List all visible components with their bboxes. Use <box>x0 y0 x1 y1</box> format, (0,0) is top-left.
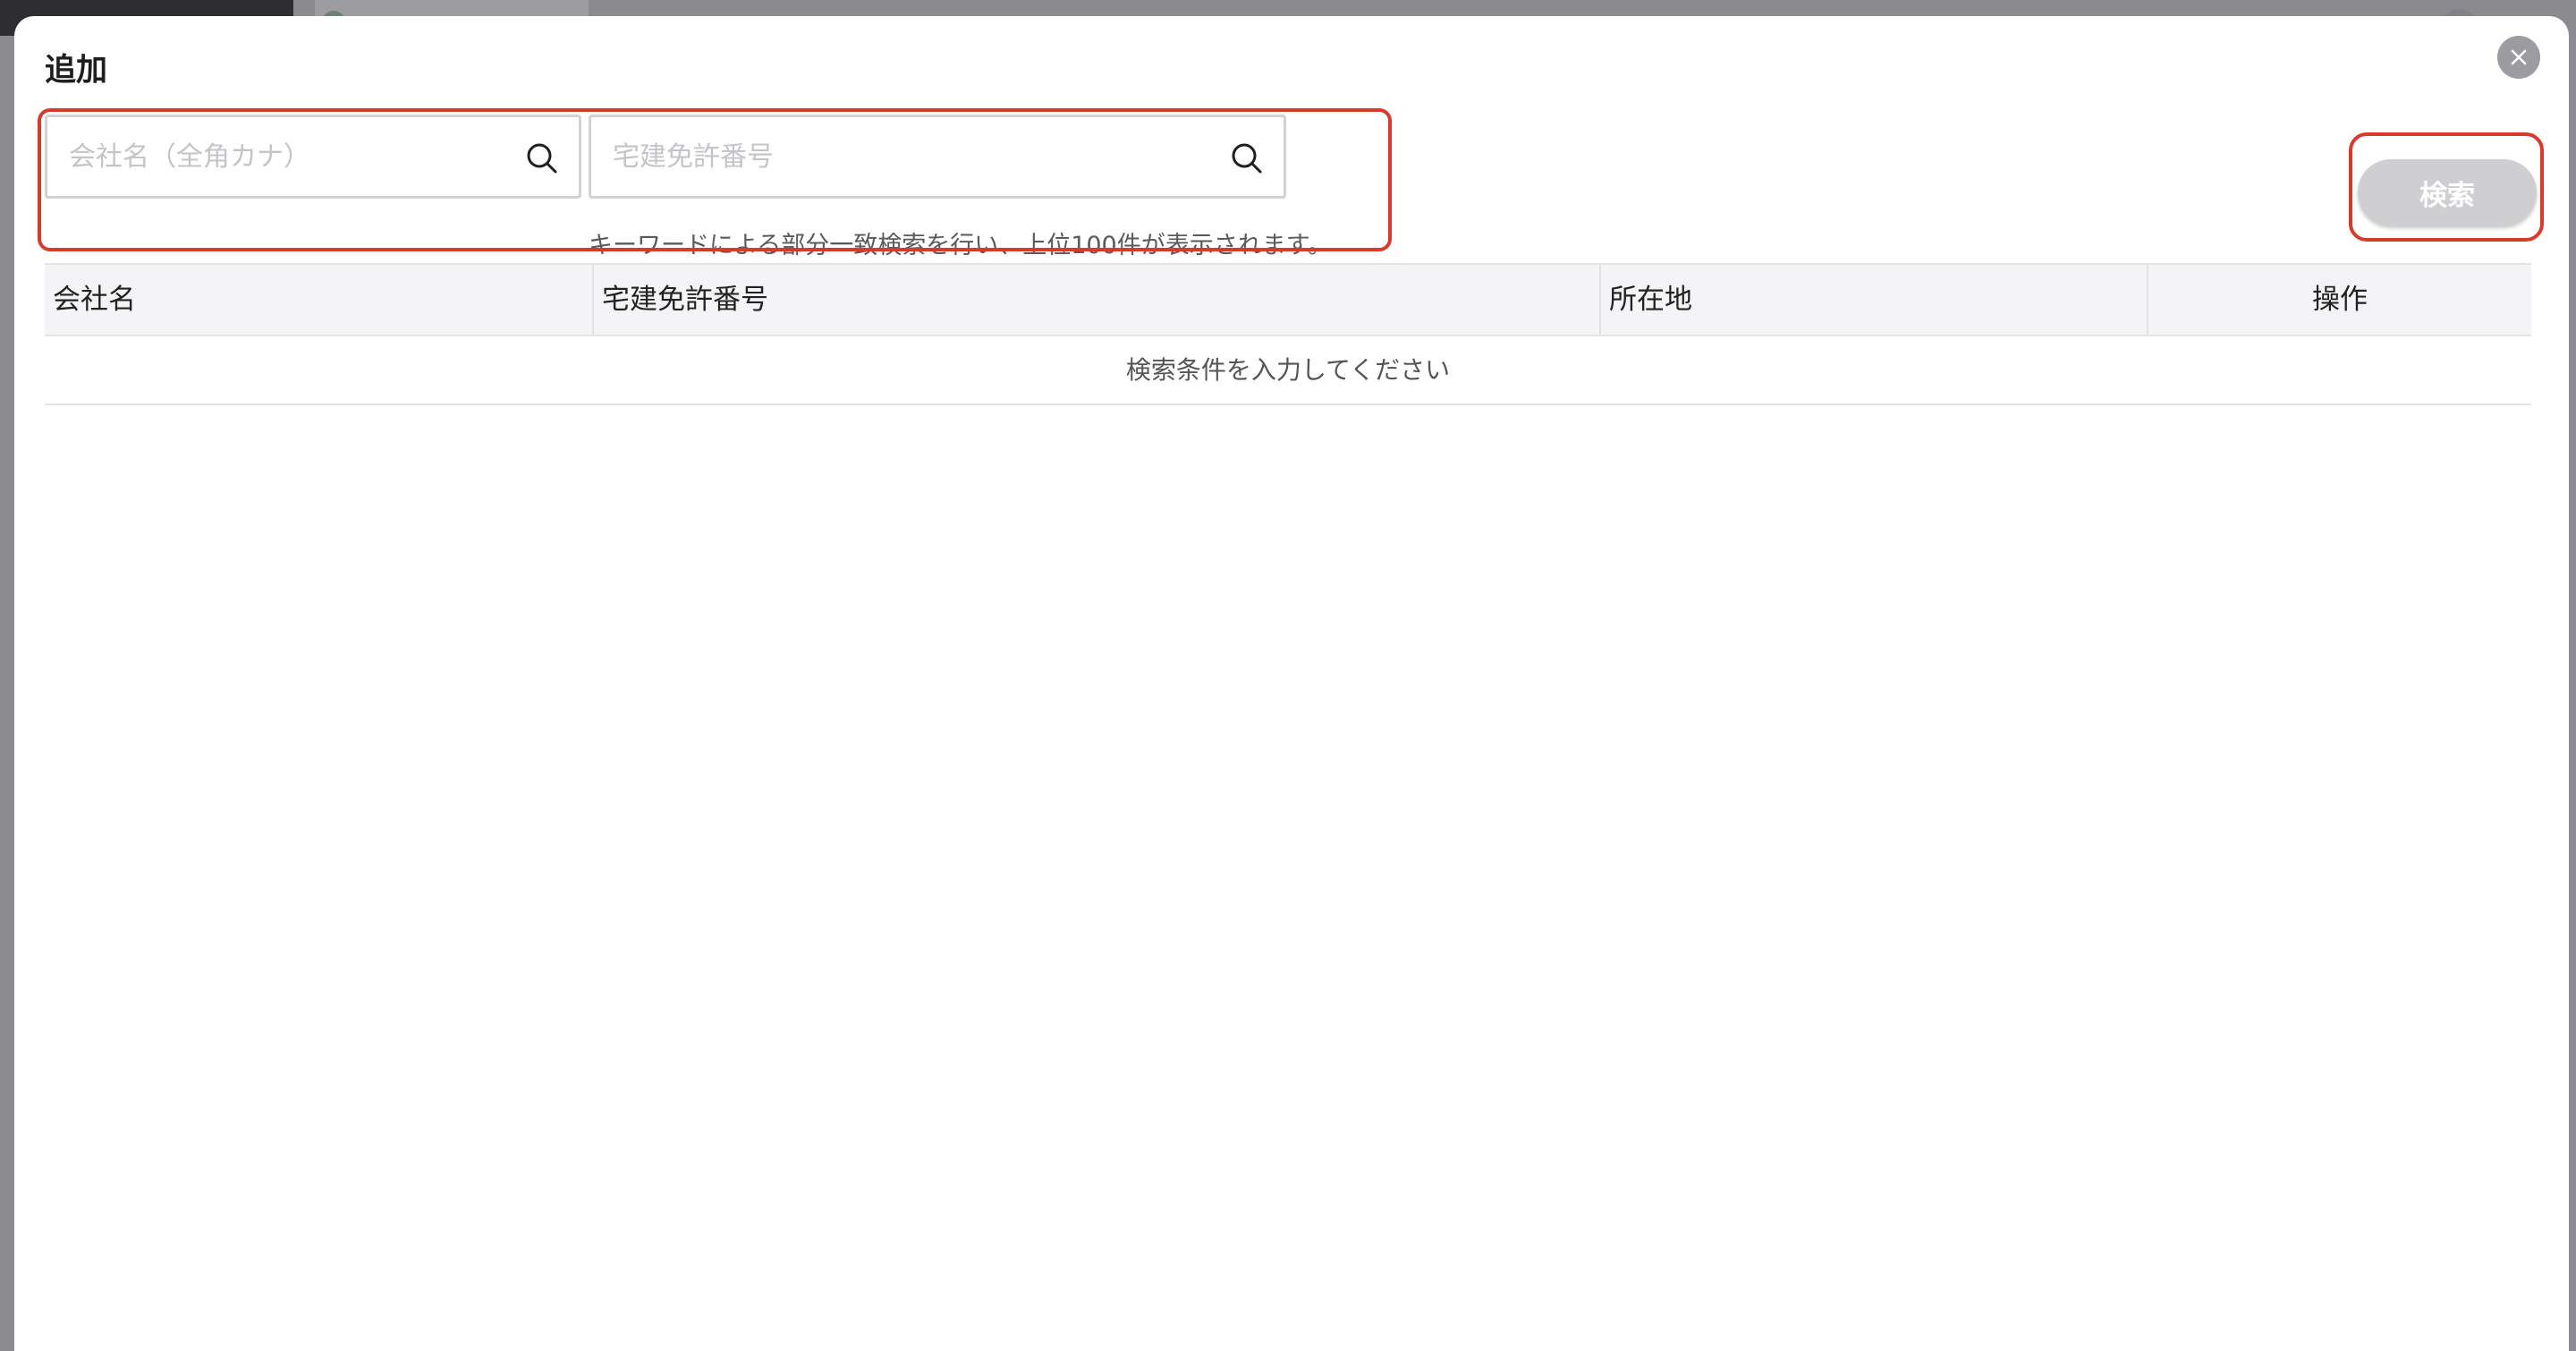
search-hint-text: キーワードによる部分一致検索を行い、上位100件が表示されます。 <box>589 232 1333 259</box>
column-header-address: 所在地 <box>1599 265 2147 335</box>
close-button[interactable] <box>2497 36 2540 79</box>
results-table-header: 会社名 宅建免許番号 所在地 操作 <box>45 263 2531 336</box>
column-header-actions: 操作 <box>2147 265 2531 335</box>
empty-results-message: 検索条件を入力してください <box>45 336 2531 405</box>
company-name-input[interactable] <box>69 117 516 196</box>
modal-title: 追加 <box>45 53 108 89</box>
search-icon[interactable] <box>524 140 560 176</box>
license-number-input[interactable] <box>613 117 1221 196</box>
column-header-company-name: 会社名 <box>53 284 136 316</box>
column-header-license-number: 宅建免許番号 <box>592 265 1599 335</box>
close-icon <box>2511 49 2527 65</box>
company-name-search-field[interactable] <box>45 115 581 199</box>
search-button[interactable]: 検索 <box>2358 159 2537 225</box>
license-number-search-field[interactable] <box>589 115 1286 199</box>
add-company-modal: 追加 キーワードによる部分一致検索を行い、上位100件が表示されます。 検索 会… <box>14 16 2569 1351</box>
search-icon[interactable] <box>1229 140 1265 176</box>
